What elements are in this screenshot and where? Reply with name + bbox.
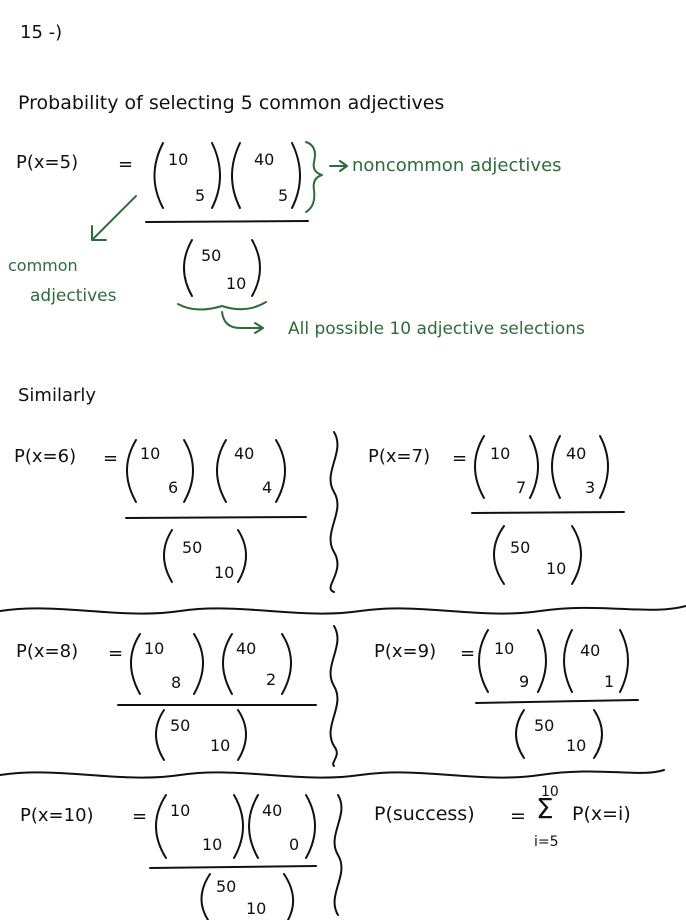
eq7-binom2-right-paren [599, 435, 609, 499]
eq5-fraction-bar [145, 220, 309, 223]
eq7-denom-left-paren [493, 525, 505, 585]
eq5-denom-left-paren [183, 239, 193, 297]
eq6-binom2-right-paren [275, 439, 286, 503]
horizontal-divider-2 [0, 769, 665, 779]
eq10-denom-left-paren [200, 873, 211, 920]
vertical-separator-3 [333, 794, 343, 916]
eq6-binom2-left-paren [216, 439, 227, 503]
eq7-binom2-left-paren [551, 435, 561, 499]
eq5-denom-right-paren [251, 239, 261, 297]
eq8-binom1-right-paren [193, 633, 204, 695]
eq5-binom1-right-paren [211, 142, 221, 209]
vertical-separator-1 [329, 431, 339, 593]
eq8-binom2-left-paren [222, 633, 233, 695]
eq6-fraction-bar [125, 516, 307, 519]
eq5-binom2-right-paren [291, 142, 301, 209]
denominator-underbrace [177, 301, 267, 311]
eq9-denom-right-paren [593, 709, 603, 759]
eq8-binom1-left-paren [130, 633, 141, 695]
eq5-binom2-left-paren [231, 142, 241, 209]
eq7-denom-right-paren [571, 525, 582, 585]
noncommon-arrow [329, 160, 348, 172]
eq9-denom-left-paren [515, 709, 525, 759]
eq9-binom2-right-paren [619, 629, 629, 693]
eq7-binom1-right-paren [529, 435, 539, 499]
vertical-separator-2 [329, 625, 339, 767]
eq10-binom2-right-paren [305, 794, 316, 859]
eq10-fraction-bar [149, 865, 317, 869]
eq9-fraction-bar [475, 699, 639, 704]
eq9-binom2-left-paren [563, 629, 573, 693]
eq5-binom1-left-paren [153, 142, 164, 209]
eq7-binom1-left-paren [474, 435, 485, 499]
noncommon-brace [305, 141, 323, 213]
eq10-binom1-left-paren [155, 794, 167, 859]
eq8-binom2-right-paren [281, 633, 292, 695]
handwriting-strokes [0, 141, 686, 920]
eq7-fraction-bar [471, 511, 625, 514]
eq6-binom1-left-paren [126, 439, 137, 503]
eq6-binom1-right-paren [183, 439, 194, 503]
horizontal-divider-1 [0, 605, 686, 615]
eq8-denom-left-paren [155, 709, 165, 761]
eq10-binom1-right-paren [233, 794, 244, 859]
all-possible-arrow [221, 311, 264, 334]
eq10-binom2-left-paren [248, 794, 259, 859]
eq10-denom-right-paren [283, 873, 295, 920]
eq9-binom1-left-paren [478, 629, 489, 693]
eq6-denom-left-paren [163, 529, 173, 583]
eq6-denom-right-paren [237, 529, 247, 583]
eq9-binom1-right-paren [537, 629, 547, 693]
eq8-denom-right-paren [237, 709, 247, 761]
common-arrow [91, 195, 137, 241]
